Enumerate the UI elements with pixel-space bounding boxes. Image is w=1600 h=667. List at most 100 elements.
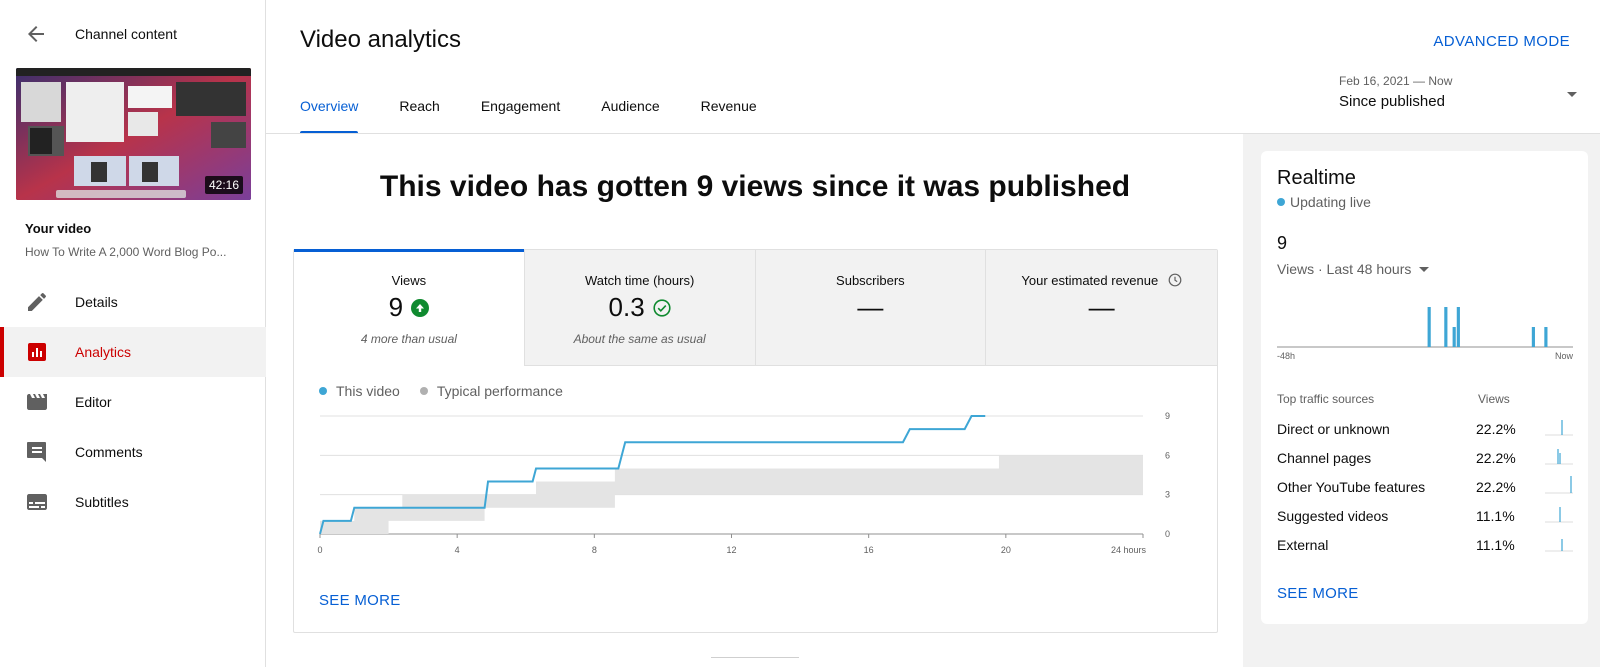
analytics-icon [28, 343, 46, 361]
tab-audience[interactable]: Audience [601, 98, 659, 134]
tab-bar: Overview Reach Engagement Audience Reven… [300, 98, 798, 134]
metric-note: 4 more than usual [360, 332, 457, 346]
sidebar-item-label: Details [75, 294, 118, 310]
realtime-metric-dropdown[interactable]: Views · Last 48 hours [1277, 261, 1430, 277]
metric-value-row: — [756, 292, 986, 323]
page-title: Video analytics [300, 26, 461, 53]
pencil-icon [28, 293, 46, 311]
metric-views[interactable]: Views 9 4 more than usual [294, 249, 525, 366]
clock-icon [1168, 273, 1182, 287]
traffic-sources-header: Top traffic sources Views [1277, 392, 1573, 406]
realtime-bar-chart [1277, 307, 1573, 348]
x-tick-label: 0 [317, 545, 322, 555]
x-tick-label: 8 [592, 545, 597, 555]
traffic-views-title: Views [1478, 392, 1510, 406]
metric-label: Subscribers [836, 273, 905, 288]
realtime-bar [1427, 307, 1431, 347]
realtime-bar [1452, 327, 1456, 347]
scroll-indicator [711, 657, 799, 658]
tab-engagement[interactable]: Engagement [481, 98, 560, 134]
sidebar-item-analytics[interactable]: Analytics [0, 327, 266, 377]
channel-content-link[interactable]: Channel content [75, 26, 177, 42]
sidebar-item-editor[interactable]: Editor [0, 377, 266, 427]
advanced-mode-button[interactable]: ADVANCED MODE [1433, 33, 1570, 50]
metric-subscribers[interactable]: Subscribers — [755, 250, 987, 366]
x-tick-label: 20 [1001, 545, 1011, 555]
tab-reach[interactable]: Reach [399, 98, 439, 134]
x-tick-label: 16 [864, 545, 874, 555]
legend-typical: Typical performance [419, 383, 563, 399]
x-tick-label: 24 hours [1111, 545, 1147, 555]
metric-note: About the same as usual [573, 332, 706, 346]
y-tick-label: 0 [1165, 529, 1170, 539]
comment-icon [27, 442, 46, 462]
traffic-source-name: Channel pages [1277, 450, 1372, 466]
chart-legend: This video Typical performance [319, 383, 563, 399]
video-duration: 42:16 [204, 176, 243, 194]
see-more-button[interactable]: SEE MORE [319, 592, 401, 609]
sidebar: Channel content 42:16 Your video How To … [0, 0, 266, 667]
realtime-bar [1444, 307, 1448, 347]
tab-overview[interactable]: Overview [300, 98, 359, 134]
your-video-label: Your video [25, 221, 92, 236]
metric-label: Views [391, 273, 427, 288]
sidebar-item-label: Analytics [75, 344, 132, 360]
views-chart: 0 3 6 9 0 4 8 12 16 20 24 hours [317, 411, 1170, 555]
metric-value: 9 [388, 292, 404, 322]
sidebar-item-comments[interactable]: Comments [0, 427, 266, 477]
y-tick-label: 3 [1165, 490, 1170, 500]
live-dot-icon [1277, 198, 1285, 206]
x-tick-label: 12 [726, 545, 736, 555]
sidebar-item-label: Comments [75, 444, 143, 460]
metric-value: — [857, 292, 884, 322]
metric-value-row: — [986, 292, 1217, 323]
traffic-source-pct: 11.1% [1476, 537, 1515, 553]
realtime-selector-label: Views · Last 48 hours [1277, 261, 1412, 277]
metric-value: 0.3 [608, 292, 645, 322]
traffic-source-row: Channel pages 22.2% [1277, 449, 1573, 472]
realtime-status-text: Updating live [1290, 194, 1371, 210]
metric-watch-time[interactable]: Watch time (hours) 0.3 About the same as… [524, 250, 756, 366]
legend-label: This video [336, 383, 400, 399]
metric-value-row: 9 [294, 292, 524, 323]
sidebar-item-label: Editor [75, 394, 112, 410]
y-tick-label: 9 [1165, 411, 1170, 421]
date-range-dropdown[interactable]: Feb 16, 2021 — Now Since published [1339, 74, 1577, 118]
back-row[interactable]: Channel content [0, 16, 266, 52]
realtime-bar [1544, 327, 1548, 347]
metric-label: Your estimated revenue [1021, 273, 1159, 288]
traffic-source-pct: 22.2% [1476, 421, 1516, 437]
traffic-sparkline [1545, 420, 1573, 436]
realtime-status: Updating live [1277, 194, 1371, 210]
traffic-source-row: Suggested videos 11.1% [1277, 507, 1573, 530]
legend-dot-icon [419, 387, 428, 395]
traffic-source-name: Suggested videos [1277, 508, 1389, 524]
traffic-sources-title: Top traffic sources [1277, 392, 1375, 406]
metric-revenue[interactable]: Your estimated revenue — [986, 250, 1217, 366]
date-range-text: Feb 16, 2021 — Now [1339, 74, 1453, 88]
realtime-count: 9 [1277, 233, 1288, 253]
overview-card: Views 9 4 more than usual Watch time (ho… [293, 249, 1218, 633]
video-thumbnail[interactable]: 42:16 [16, 68, 251, 200]
video-title[interactable]: How To Write A 2,000 Word Blog Po... [25, 245, 226, 259]
traffic-sparkline [1545, 476, 1573, 494]
realtime-bar [1531, 327, 1535, 347]
tab-revenue[interactable]: Revenue [701, 98, 757, 134]
sidebar-nav: Details Analytics Editor Comments Subtit… [0, 277, 266, 527]
metric-value-row: 0.3 [525, 292, 755, 323]
traffic-source-name: Other YouTube features [1277, 479, 1426, 495]
metric-tabs: Views 9 4 more than usual Watch time (ho… [294, 249, 1217, 366]
traffic-source-row: External 11.1% [1277, 537, 1573, 559]
metric-value: — [1088, 292, 1115, 322]
legend-dot-icon [319, 387, 327, 395]
traffic-sparkline [1545, 507, 1573, 523]
sidebar-item-subtitles[interactable]: Subtitles [0, 477, 266, 527]
sidebar-item-details[interactable]: Details [0, 277, 266, 327]
arrow-up-icon [411, 298, 430, 317]
sidebar-item-label: Subtitles [75, 494, 129, 510]
realtime-see-more-button[interactable]: SEE MORE [1277, 585, 1359, 602]
x-tick-label: 4 [455, 545, 460, 555]
arrow-back-icon[interactable] [24, 22, 48, 46]
realtime-axis-end: Now [1554, 351, 1573, 361]
traffic-source-name: External [1277, 537, 1329, 553]
